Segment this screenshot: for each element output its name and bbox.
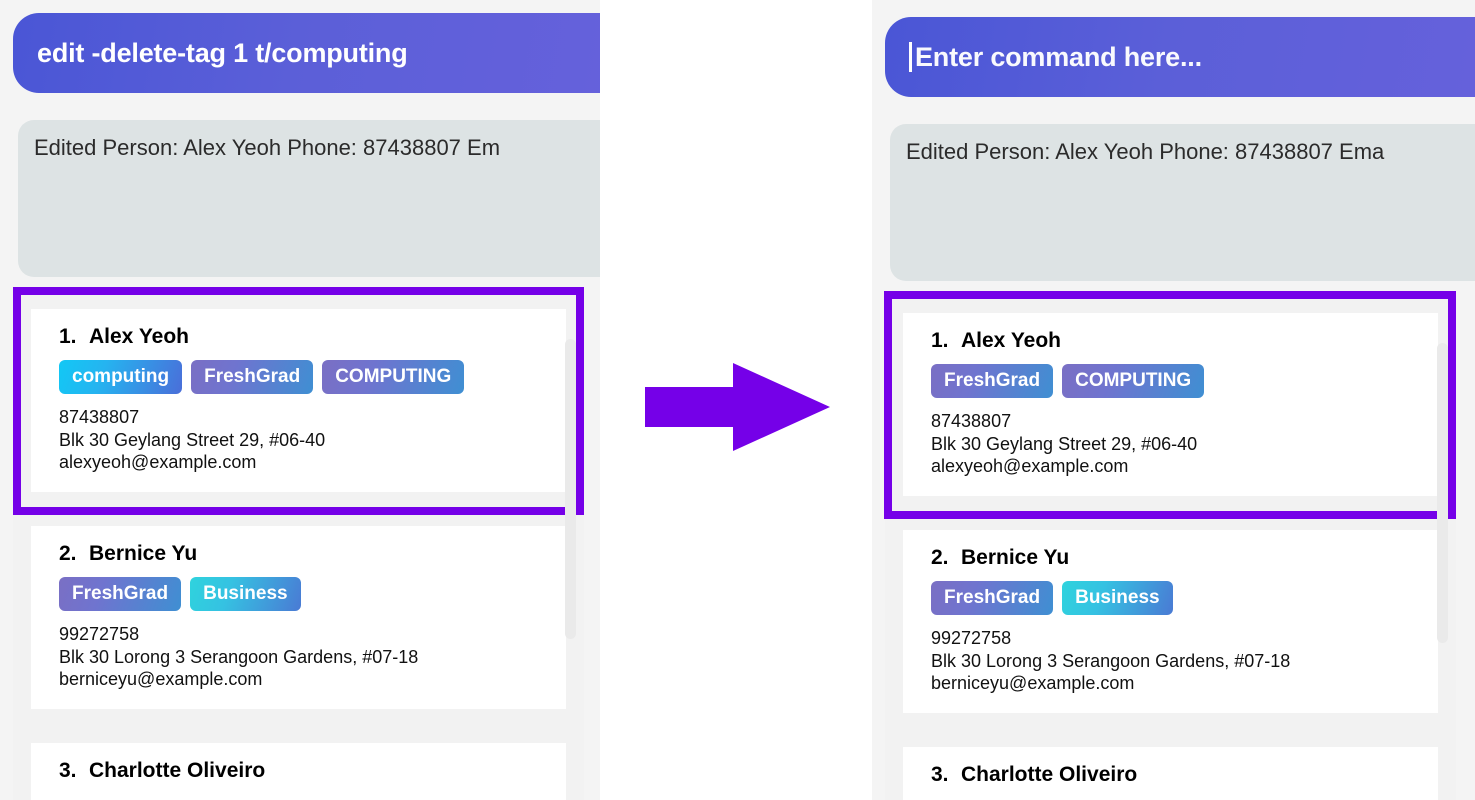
person-name: Charlotte Oliveiro <box>961 763 1138 787</box>
person-list[interactable]: 1. Alex Yeoh FreshGrad COMPUTING 8743880… <box>885 291 1456 800</box>
person-tag: Business <box>1062 581 1173 616</box>
person-details: 87438807 Blk 30 Geylang Street 29, #06-4… <box>31 406 566 474</box>
comparison-figure: edit -delete-tag 1 t/computing Edited Pe… <box>0 0 1475 800</box>
person-address: Blk 30 Geylang Street 29, #06-40 <box>59 429 326 450</box>
list-scrollbar[interactable] <box>1437 343 1448 643</box>
person-name: Bernice Yu <box>89 542 198 566</box>
person-tag: FreshGrad <box>931 581 1054 616</box>
person-card-title: 1. Alex Yeoh <box>31 325 566 349</box>
result-display-box: Edited Person: Alex Yeoh Phone: 87438807… <box>890 124 1475 281</box>
card-gap <box>885 713 1456 747</box>
person-card-title: 3. Charlotte Oliveiro <box>903 763 1438 787</box>
person-card[interactable]: 2. Bernice Yu FreshGrad Business 9927275… <box>31 526 566 710</box>
result-message: Edited Person: Alex Yeoh Phone: 87438807… <box>34 135 501 160</box>
tag-row: FreshGrad COMPUTING <box>903 364 1438 398</box>
app-panel-before: edit -delete-tag 1 t/computing Edited Pe… <box>0 0 600 800</box>
person-phone: 87438807 <box>931 411 1012 431</box>
right-arrow-icon <box>645 363 830 451</box>
person-details: 99272758 Blk 30 Lorong 3 Serangoon Garde… <box>31 623 566 691</box>
command-input-bar[interactable]: edit -delete-tag 1 t/computing <box>13 13 600 93</box>
tag-row: FreshGrad Business <box>903 581 1438 616</box>
person-tag: COMPUTING <box>322 360 465 394</box>
person-tag: FreshGrad <box>191 360 314 394</box>
command-input-placeholder: Enter command here... <box>915 41 1202 72</box>
person-tag: Business <box>190 577 301 612</box>
card-gap <box>13 709 584 743</box>
person-card-title: 2. Bernice Yu <box>903 546 1438 570</box>
person-card[interactable]: 2. Bernice Yu FreshGrad Business 9927275… <box>903 530 1438 714</box>
person-list[interactable]: 1. Alex Yeoh computing FreshGrad COMPUTI… <box>13 287 584 800</box>
panel-surface: Enter command here... Edited Person: Ale… <box>872 4 1475 800</box>
tag-row: computing FreshGrad COMPUTING <box>31 360 566 394</box>
person-tag: FreshGrad <box>59 577 182 612</box>
person-index: 1. <box>931 329 949 352</box>
person-card-title: 1. Alex Yeoh <box>903 329 1438 353</box>
person-name: Charlotte Oliveiro <box>89 759 266 783</box>
person-card-title: 2. Bernice Yu <box>31 542 566 566</box>
command-input-text: edit -delete-tag 1 t/computing <box>37 37 408 68</box>
person-name: Alex Yeoh <box>89 325 189 348</box>
person-card-title: 3. Charlotte Oliveiro <box>31 759 566 783</box>
command-input-bar[interactable]: Enter command here... <box>885 17 1475 97</box>
card-gap <box>885 496 1456 530</box>
person-details: 87438807 Blk 30 Geylang Street 29, #06-4… <box>903 410 1438 478</box>
person-name: Bernice Yu <box>961 546 1070 570</box>
person-address: Blk 30 Lorong 3 Serangoon Gardens, #07-1… <box>931 650 1291 671</box>
person-index: 2. <box>931 546 949 570</box>
person-address: Blk 30 Lorong 3 Serangoon Gardens, #07-1… <box>59 646 419 667</box>
person-index: 3. <box>59 759 77 783</box>
app-panel-after: Enter command here... Edited Person: Ale… <box>872 0 1475 800</box>
person-phone: 99272758 <box>931 628 1012 649</box>
panel-surface: edit -delete-tag 1 t/computing Edited Pe… <box>0 0 600 800</box>
person-tag: FreshGrad <box>931 364 1054 398</box>
person-name: Alex Yeoh <box>961 329 1061 352</box>
person-tag: COMPUTING <box>1062 364 1205 398</box>
result-display-box: Edited Person: Alex Yeoh Phone: 87438807… <box>18 120 600 277</box>
result-message: Edited Person: Alex Yeoh Phone: 87438807… <box>906 139 1385 164</box>
text-cursor <box>909 42 912 72</box>
tag-row: FreshGrad Business <box>31 577 566 612</box>
person-index: 3. <box>931 763 949 787</box>
person-card[interactable]: 1. Alex Yeoh computing FreshGrad COMPUTI… <box>31 309 566 493</box>
person-address: Blk 30 Geylang Street 29, #06-40 <box>931 433 1198 454</box>
person-email: berniceyu@example.com <box>931 673 1135 694</box>
list-scrollbar[interactable] <box>565 339 576 639</box>
person-email: alexyeoh@example.com <box>59 452 257 473</box>
person-phone: 99272758 <box>59 624 140 645</box>
person-card[interactable]: 3. Charlotte Oliveiro <box>903 747 1438 800</box>
person-email: berniceyu@example.com <box>59 669 263 690</box>
person-card[interactable]: 1. Alex Yeoh FreshGrad COMPUTING 8743880… <box>903 313 1438 497</box>
person-tag: computing <box>59 360 183 394</box>
person-details: 99272758 Blk 30 Lorong 3 Serangoon Garde… <box>903 627 1438 695</box>
person-card[interactable]: 3. Charlotte Oliveiro <box>31 743 566 800</box>
person-email: alexyeoh@example.com <box>931 456 1129 477</box>
person-index: 1. <box>59 325 77 348</box>
person-phone: 87438807 <box>59 407 140 427</box>
person-index: 2. <box>59 542 77 566</box>
card-gap <box>13 492 584 526</box>
